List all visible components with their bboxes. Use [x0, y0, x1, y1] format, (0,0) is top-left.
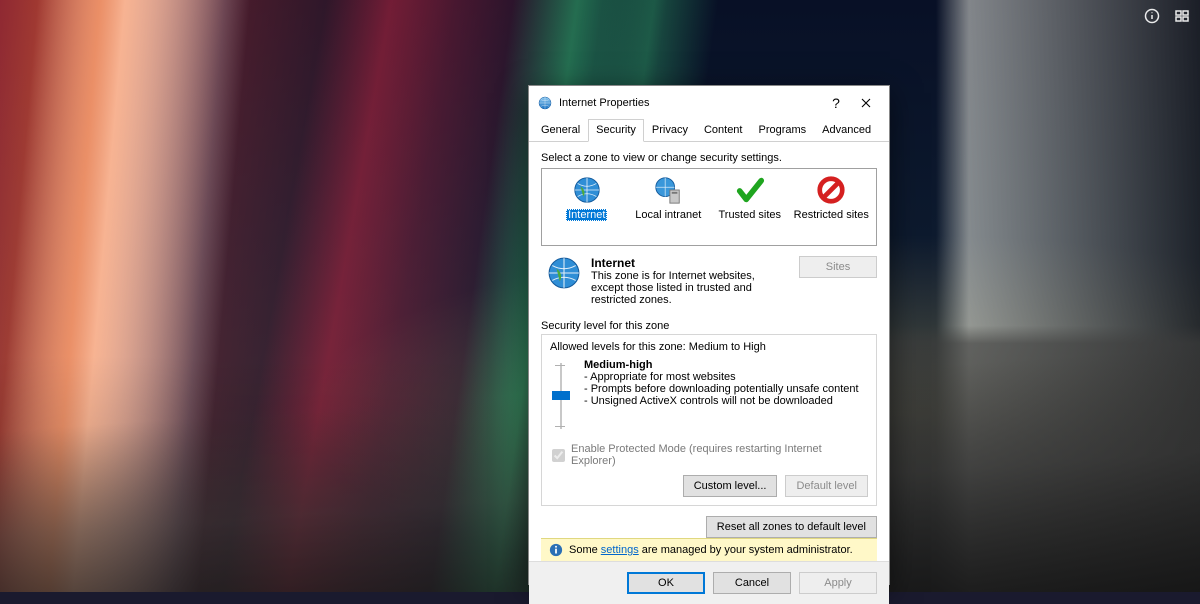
level-bullet: - Prompts before downloading potentially…	[584, 383, 859, 395]
sites-button: Sites	[799, 256, 877, 278]
allowed-levels-label: Allowed levels for this zone: Medium to …	[550, 341, 868, 353]
tab-privacy[interactable]: Privacy	[644, 119, 696, 142]
tab-general[interactable]: General	[533, 119, 588, 142]
tab-security[interactable]: Security	[588, 119, 644, 142]
zone-label: Restricted sites	[794, 209, 869, 221]
ok-button[interactable]: OK	[627, 572, 705, 594]
zone-label: Internet	[566, 209, 607, 221]
select-zone-label: Select a zone to view or change security…	[541, 152, 877, 164]
protected-mode-label: Enable Protected Mode (requires restarti…	[571, 443, 868, 467]
level-bullet: - Unsigned ActiveX controls will not be …	[584, 395, 833, 407]
reset-all-zones-button[interactable]: Reset all zones to default level	[706, 516, 877, 538]
protected-mode-checkbox	[552, 449, 565, 462]
security-level-slider[interactable]	[550, 359, 572, 433]
tab-panel-security: Select a zone to view or change security…	[529, 142, 889, 561]
admin-info-text: Some settings are managed by your system…	[569, 544, 853, 556]
forbid-icon	[816, 175, 846, 205]
zone-trusted-sites[interactable]: Trusted sites	[709, 175, 791, 241]
info-tray-icon[interactable]	[1144, 8, 1160, 27]
dialog-title: Internet Properties	[559, 97, 650, 109]
admin-info-strip: Some settings are managed by your system…	[541, 538, 877, 561]
security-level-header: Security level for this zone	[541, 320, 877, 332]
close-button[interactable]	[851, 92, 881, 114]
help-button[interactable]: ?	[821, 92, 851, 114]
apply-button: Apply	[799, 572, 877, 594]
custom-level-button[interactable]: Custom level...	[683, 475, 778, 497]
tab-advanced[interactable]: Advanced	[814, 119, 879, 142]
slider-thumb[interactable]	[552, 391, 570, 400]
globe-icon	[547, 256, 581, 290]
zone-label: Local intranet	[635, 209, 701, 221]
zone-internet[interactable]: Internet	[546, 175, 628, 241]
title-bar[interactable]: Internet Properties ?	[529, 86, 889, 118]
zone-name-heading: Internet	[591, 256, 635, 270]
internet-properties-dialog: Internet Properties ? General Security P…	[528, 85, 890, 585]
level-name: Medium-high	[584, 359, 652, 371]
zone-label: Trusted sites	[718, 209, 781, 221]
settings-link[interactable]: settings	[601, 544, 639, 556]
system-tray	[1144, 8, 1190, 27]
globe-icon	[572, 175, 602, 205]
security-level-box: Allowed levels for this zone: Medium to …	[541, 334, 877, 506]
tab-programs[interactable]: Programs	[750, 119, 814, 142]
info-icon	[549, 543, 563, 557]
default-level-button: Default level	[785, 475, 868, 497]
tab-content[interactable]: Content	[696, 119, 751, 142]
internet-options-icon	[537, 95, 553, 111]
level-bullet: - Appropriate for most websites	[584, 371, 736, 383]
zone-list[interactable]: Internet Local intranet Trusted sites	[541, 168, 877, 246]
check-icon	[735, 175, 765, 205]
globe-server-icon	[653, 175, 683, 205]
cancel-button[interactable]: Cancel	[713, 572, 791, 594]
protected-mode-row: Enable Protected Mode (requires restarti…	[550, 443, 868, 467]
zone-restricted-sites[interactable]: Restricted sites	[791, 175, 873, 241]
zone-description: This zone is for Internet websites, exce…	[591, 270, 755, 306]
dialog-button-row: OK Cancel Apply	[529, 561, 889, 604]
windows-tray-icon[interactable]	[1174, 8, 1190, 27]
tab-strip: General Security Privacy Content Program…	[529, 118, 889, 142]
zone-local-intranet[interactable]: Local intranet	[628, 175, 710, 241]
